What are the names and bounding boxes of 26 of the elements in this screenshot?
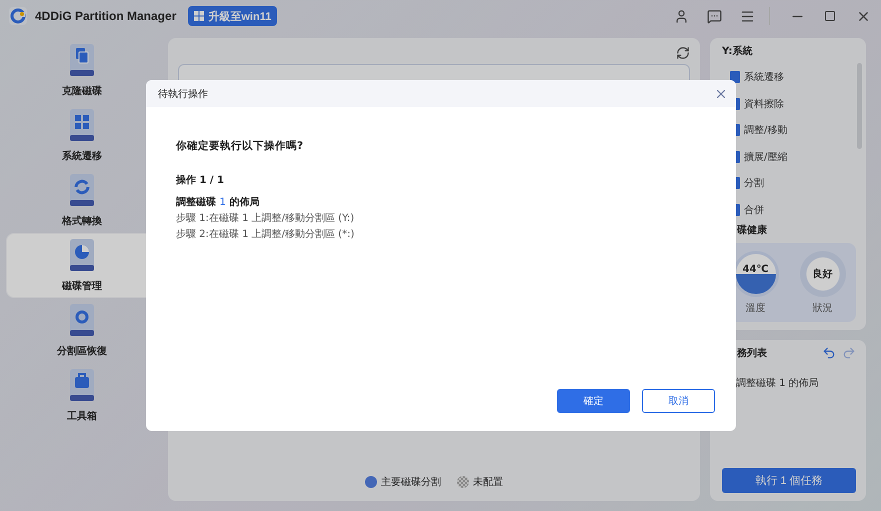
legend-item: 未配置: [457, 475, 503, 489]
app-title: 4DDiG Partition Manager: [35, 9, 176, 23]
partition-title: Y:系統: [722, 44, 754, 58]
sidebar-item[interactable]: 格式轉換: [6, 168, 158, 233]
operation-count: 操作 1 / 1: [176, 174, 226, 187]
sidebar-item[interactable]: 系統遷移: [6, 103, 158, 168]
dialog-question: 你確定要執行以下操作嗎?: [176, 139, 304, 153]
sidebar-item[interactable]: 分割區恢復: [6, 298, 158, 363]
gauge-label: 溫度: [746, 302, 766, 314]
sidebar-item[interactable]: 克隆磁碟: [6, 38, 158, 103]
operation-step: 步驟 2:在磁碟 1 上調整/移動分割區 (*:): [176, 227, 706, 241]
dialog-title: 待執行操作: [158, 88, 208, 100]
status-gauge: 良好: [800, 250, 846, 296]
cancel-button[interactable]: 取消: [642, 389, 715, 413]
run-tasks-button[interactable]: 執行 1 個任務: [722, 468, 856, 493]
task-title: 務列表: [737, 346, 767, 360]
task-item: 調整磁碟 1 的佈局: [735, 376, 820, 390]
sidebar-item[interactable]: 工具箱: [6, 363, 158, 428]
upgrade-button[interactable]: 升級至win11: [188, 6, 278, 26]
legend-item: 主要磁碟分割: [365, 475, 441, 489]
health-title: 碟健康: [736, 224, 768, 237]
gauge-label: 狀況: [812, 302, 832, 314]
operation-title: 調整磁碟 1 的佈局: [176, 195, 260, 209]
operation-step: 步驟 1:在磁碟 1 上調整/移動分割區 (Y:): [176, 211, 706, 225]
confirm-button[interactable]: 確定: [557, 389, 630, 413]
partition-action[interactable]: 系統遷移: [722, 64, 856, 90]
